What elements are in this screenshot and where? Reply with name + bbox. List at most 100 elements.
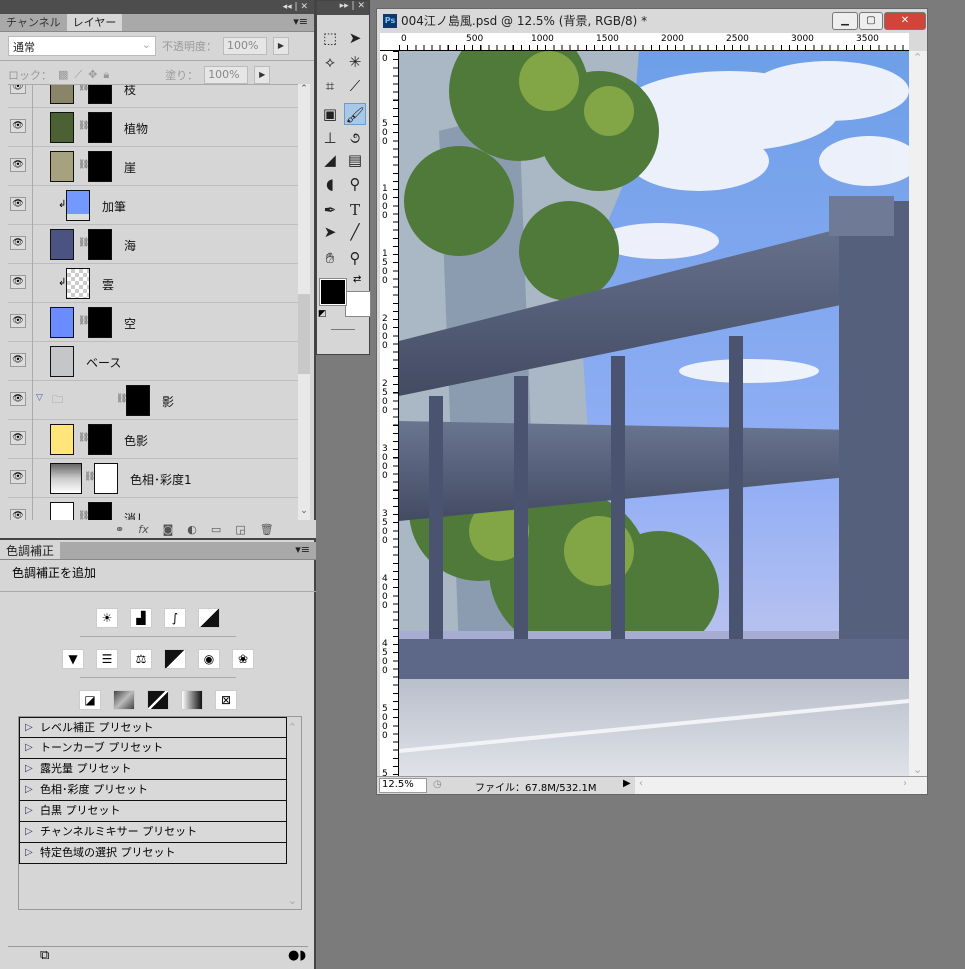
layer-row[interactable]: 👁︎ ⛓︎ 空 xyxy=(8,303,298,342)
panel-menu-icon[interactable]: ▾≡ xyxy=(295,543,310,556)
scroll-down-icon[interactable]: ⌄ xyxy=(288,894,297,907)
visibility-eye-icon[interactable]: 👁︎ xyxy=(10,353,26,367)
zoom-field[interactable]: 12.5% xyxy=(379,778,427,793)
preset-item[interactable]: ▷ 露光量 プリセット xyxy=(19,759,287,780)
opacity-slider-button[interactable]: ▶ xyxy=(273,37,289,55)
default-colors-icon[interactable]: ◩ xyxy=(318,309,327,319)
layer-row[interactable]: 👁︎ ▽ 🗀︎ ⛓︎ 影 xyxy=(8,381,298,420)
stamp-tool-icon[interactable]: ⊥ xyxy=(319,127,341,149)
panel-collapse-bar[interactable]: ◂◂ | ✕ xyxy=(0,0,314,14)
levels-icon[interactable]: ▟ xyxy=(130,608,152,628)
curves-icon[interactable]: ∫ xyxy=(164,608,186,628)
foreground-color-swatch[interactable] xyxy=(319,278,347,306)
layer-row[interactable]: 👁︎ ↲ 加筆 xyxy=(8,186,298,225)
eraser-tool-icon[interactable]: ◢ xyxy=(319,149,341,171)
canvas-artwork[interactable] xyxy=(399,51,909,776)
color-balance-icon[interactable]: ⚖ xyxy=(130,649,152,669)
scroll-left-icon[interactable]: ‹ xyxy=(639,778,643,789)
new-layer-icon[interactable]: ◲ xyxy=(235,523,245,536)
document-titlebar[interactable]: Ps 004江ノ島風.psd @ 12.5% (背景, RGB/8) * ▁ ▢… xyxy=(377,9,927,33)
threshold-icon[interactable] xyxy=(147,690,169,710)
exposure-icon[interactable] xyxy=(198,608,220,628)
black-white-icon[interactable] xyxy=(164,649,186,669)
layer-row[interactable]: 👁︎ ⛓︎ 枝 xyxy=(8,85,298,108)
visibility-eye-icon[interactable]: 👁︎ xyxy=(10,431,26,445)
channel-mixer-icon[interactable]: ❀ xyxy=(232,649,254,669)
zoom-tool-icon[interactable]: ⚲ xyxy=(344,247,366,269)
dodge-tool-icon[interactable]: ⚲ xyxy=(344,173,366,195)
vertical-scrollbar[interactable]: ⌃ ⌄ xyxy=(909,51,927,776)
invert-icon[interactable]: ◪ xyxy=(79,690,101,710)
visibility-eye-icon[interactable]: 👁︎ xyxy=(10,470,26,484)
tab-channels[interactable]: チャンネル xyxy=(0,14,67,31)
gradient-tool-icon[interactable]: ▤ xyxy=(344,149,366,171)
visibility-toggle-icon[interactable]: ●◗ xyxy=(288,948,306,963)
tools-collapse-bar[interactable]: ▸▸ | ✕ xyxy=(317,1,369,15)
ruler-origin[interactable] xyxy=(380,33,399,51)
layer-row[interactable]: 👁︎ ⛓︎ 消し xyxy=(8,498,298,520)
maximize-button[interactable]: ▢ xyxy=(859,12,883,30)
eyedropper-tool-icon[interactable]: ⟋ xyxy=(344,75,366,97)
preset-item[interactable]: ▷ トーンカーブ プリセット xyxy=(19,738,287,759)
preset-item[interactable]: ▷ 特定色域の選択 プリセット xyxy=(19,843,287,864)
posterize-icon[interactable] xyxy=(113,690,135,710)
preset-item[interactable]: ▷ レベル補正 プリセット xyxy=(19,717,287,738)
lock-all-icon[interactable]: 🔒︎ xyxy=(103,68,109,82)
vibrance-icon[interactable]: ▼ xyxy=(62,649,84,669)
scroll-down-icon[interactable]: ⌄ xyxy=(298,506,310,520)
visibility-eye-icon[interactable]: 👁︎ xyxy=(10,85,26,94)
scroll-up-icon[interactable]: ⌃ xyxy=(298,84,310,98)
brightness-icon[interactable]: ☀ xyxy=(96,608,118,628)
horizontal-scrollbar[interactable]: ‹ › xyxy=(635,777,927,794)
history-brush-tool-icon[interactable]: ૭ xyxy=(344,127,366,149)
expand-triangle-icon[interactable]: ▽ xyxy=(36,393,43,403)
fill-field[interactable]: 100% xyxy=(204,65,249,84)
brush-tool-icon[interactable]: 🖌︎ xyxy=(344,103,366,125)
crop-tool-icon[interactable]: ⌗ xyxy=(319,75,341,97)
preset-item[interactable]: ▷ チャンネルミキサー プリセット xyxy=(19,822,287,843)
visibility-eye-icon[interactable]: 👁︎ xyxy=(10,509,26,520)
preset-item[interactable]: ▷ 白黒 プリセット xyxy=(19,801,287,822)
gradient-map-icon[interactable] xyxy=(181,690,203,710)
type-tool-icon[interactable]: T xyxy=(344,199,366,221)
layer-row[interactable]: 👁︎ ベース xyxy=(8,342,298,381)
minimize-button[interactable]: ▁ xyxy=(832,12,858,30)
vertical-ruler[interactable]: 0 500 1000 1500 2000 2500 3000 3500 4000 4500 5000… xyxy=(380,51,399,776)
layer-row[interactable]: 👁︎ ⛓︎ 崖 xyxy=(8,147,298,186)
panel-menu-icon[interactable]: ▾≡ xyxy=(293,15,308,28)
preset-item[interactable]: ▷ 色相･彩度 プリセット xyxy=(19,780,287,801)
link-layers-icon[interactable]: ⚭ xyxy=(115,523,124,536)
fx-icon[interactable]: fx xyxy=(138,523,148,536)
add-mask-icon[interactable]: ◙ xyxy=(163,523,174,536)
path-selection-tool-icon[interactable]: ➤ xyxy=(319,221,341,243)
photo-filter-icon[interactable]: ◉ xyxy=(198,649,220,669)
lasso-tool-icon[interactable]: ⟡ xyxy=(319,51,341,73)
quick-mask-icon[interactable] xyxy=(331,329,355,330)
scroll-right-icon[interactable]: › xyxy=(903,778,907,789)
layer-row[interactable]: 👁︎ ⛓︎ 色影 xyxy=(8,420,298,459)
hand-tool-icon[interactable]: ✋︎ xyxy=(319,247,341,269)
visibility-eye-icon[interactable]: 👁︎ xyxy=(10,392,26,406)
background-color-swatch[interactable] xyxy=(345,291,371,317)
visibility-eye-icon[interactable]: 👁︎ xyxy=(10,236,26,250)
magic-wand-tool-icon[interactable]: ✳ xyxy=(344,51,366,73)
blend-mode-select[interactable]: 通常 ⌄ xyxy=(8,36,156,56)
selective-color-icon[interactable]: ⊠ xyxy=(215,690,237,710)
visibility-eye-icon[interactable]: 👁︎ xyxy=(10,119,26,133)
lock-transparency-icon[interactable]: ▩ xyxy=(58,68,68,81)
lock-move-icon[interactable]: ✥ xyxy=(88,68,97,81)
tab-layers[interactable]: レイヤー xyxy=(66,14,123,31)
line-tool-icon[interactable]: ╱ xyxy=(344,221,366,243)
lock-paint-icon[interactable]: ⟋ xyxy=(74,68,82,82)
layer-row[interactable]: 👁︎ ⛓︎ 植物 xyxy=(8,108,298,147)
healing-brush-tool-icon[interactable]: ▣ xyxy=(319,103,341,125)
visibility-eye-icon[interactable]: 👁︎ xyxy=(10,197,26,211)
horizontal-ruler[interactable]: 050010001500200025003000350040 xyxy=(399,33,909,51)
layer-list-scrollbar[interactable]: ⌃ ⌄ xyxy=(298,84,310,520)
close-button[interactable]: ✕ xyxy=(884,12,926,30)
marquee-tool-icon[interactable]: ⬚ xyxy=(319,27,341,49)
tab-adjustments[interactable]: 色調補正 xyxy=(0,542,61,559)
scroll-up-icon[interactable]: ⌃ xyxy=(913,51,922,64)
visibility-eye-icon[interactable]: 👁︎ xyxy=(10,158,26,172)
layer-row[interactable]: 👁︎ ⛓︎ 海 xyxy=(8,225,298,264)
